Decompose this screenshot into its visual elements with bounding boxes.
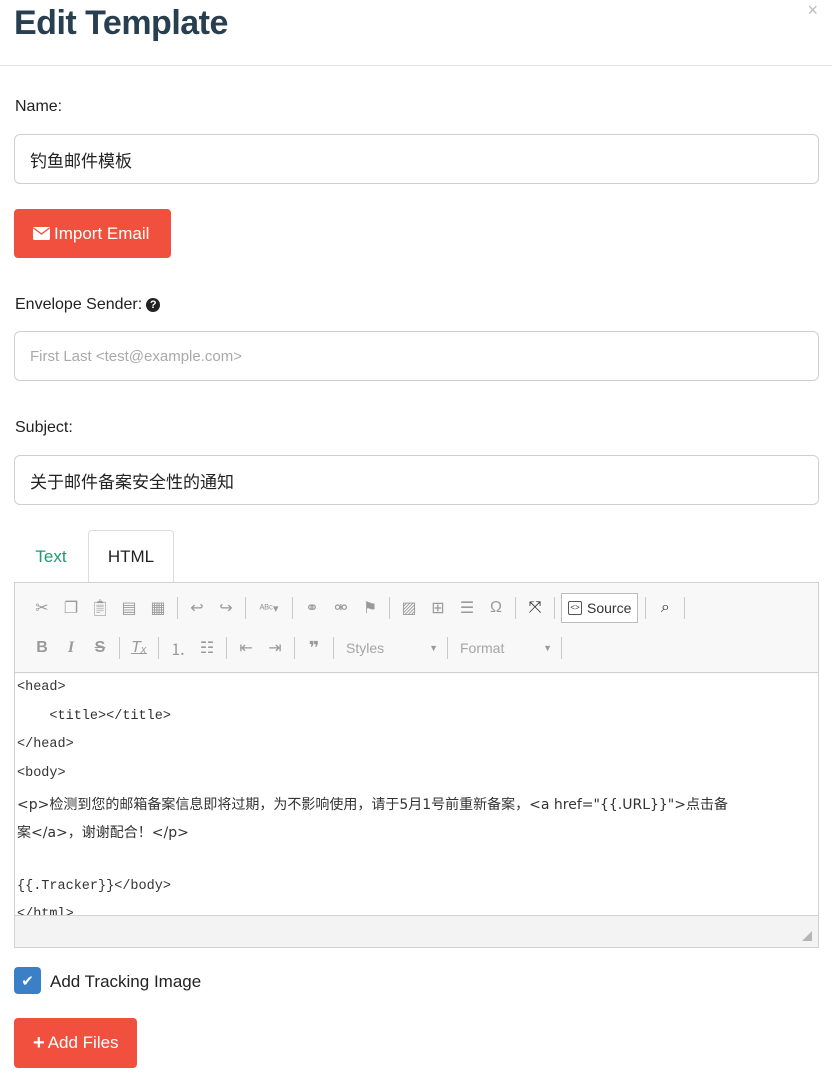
chevron-down-icon: ▼ bbox=[543, 643, 552, 653]
anchor-flag-icon[interactable]: ⚑ bbox=[357, 595, 383, 621]
format-dropdown[interactable]: Format ▼ bbox=[454, 635, 558, 661]
toolbar-separator bbox=[447, 637, 448, 659]
styles-label: Styles bbox=[346, 640, 385, 656]
source-icon: <> bbox=[568, 601, 582, 615]
html-editor: ✂ ❐ 📋︎ ▤ ▦ ↩ ↪ ᴬᴮᶜ▾ ⚭ ⚮ ⚑ ▨ ⊞ ☰ Ω ⤧ <> S… bbox=[14, 582, 819, 948]
source-label: Source bbox=[587, 600, 632, 616]
close-icon[interactable]: × bbox=[807, 0, 818, 21]
editor-resize-bar bbox=[15, 915, 818, 947]
import-email-button[interactable]: Import Email bbox=[14, 209, 171, 258]
code-line: </html> bbox=[17, 907, 74, 915]
italic-icon[interactable]: I bbox=[58, 635, 84, 661]
toolbar-separator bbox=[294, 637, 295, 659]
format-label: Format bbox=[460, 640, 505, 656]
toolbar-separator bbox=[554, 597, 555, 619]
horizontal-line-icon[interactable]: ☰ bbox=[454, 595, 480, 621]
bold-icon[interactable]: B bbox=[29, 635, 55, 661]
paste-text-icon[interactable]: ▤ bbox=[116, 595, 142, 621]
toolbar-row-1: ✂ ❐ 📋︎ ▤ ▦ ↩ ↪ ᴬᴮᶜ▾ ⚭ ⚮ ⚑ ▨ ⊞ ☰ Ω ⤧ <> S… bbox=[29, 593, 691, 623]
tab-html[interactable]: HTML bbox=[88, 530, 174, 583]
toolbar-separator bbox=[389, 597, 390, 619]
toolbar-separator bbox=[333, 637, 334, 659]
tracking-label: Add Tracking Image bbox=[50, 972, 202, 991]
checkmark-icon: ✔ bbox=[21, 972, 34, 990]
tracking-checkbox[interactable]: ✔ bbox=[14, 967, 41, 994]
resize-grip-icon[interactable] bbox=[802, 931, 812, 941]
subject-input[interactable]: 关于邮件备案安全性的通知 bbox=[14, 455, 819, 505]
plus-icon: + bbox=[33, 1032, 45, 1054]
code-line: 案</a>，谢谢配合！</p> bbox=[17, 825, 189, 841]
copy-icon[interactable]: ❐ bbox=[58, 595, 84, 621]
redo-icon[interactable]: ↪ bbox=[213, 595, 239, 621]
styles-dropdown[interactable]: Styles ▼ bbox=[340, 635, 444, 661]
toolbar-separator bbox=[245, 597, 246, 619]
editor-toolbar: ✂ ❐ 📋︎ ▤ ▦ ↩ ↪ ᴬᴮᶜ▾ ⚭ ⚮ ⚑ ▨ ⊞ ☰ Ω ⤧ <> S… bbox=[15, 583, 818, 673]
subject-input-value: 关于邮件备案安全性的通知 bbox=[30, 472, 234, 492]
add-files-button[interactable]: + Add Files bbox=[14, 1018, 137, 1068]
spellcheck-icon[interactable]: ᴬᴮᶜ▾ bbox=[252, 595, 286, 621]
code-line: <title></title> bbox=[17, 709, 171, 724]
subject-label: Subject: bbox=[15, 419, 73, 436]
name-label: Name: bbox=[15, 98, 63, 115]
code-line: <head> bbox=[17, 680, 66, 695]
envelope-sender-label: Envelope Sender:? bbox=[15, 296, 161, 314]
link-icon[interactable]: ⚭ bbox=[299, 595, 325, 621]
strikethrough-icon[interactable]: S bbox=[87, 635, 113, 661]
toolbar-separator bbox=[645, 597, 647, 619]
toolbar-separator bbox=[177, 597, 178, 619]
import-email-label: Import Email bbox=[54, 223, 150, 243]
blockquote-icon[interactable]: ❞ bbox=[301, 635, 327, 661]
undo-icon[interactable]: ↩ bbox=[184, 595, 210, 621]
special-char-icon[interactable]: Ω bbox=[483, 595, 509, 621]
code-line: </head> bbox=[17, 737, 74, 752]
toolbar-separator bbox=[515, 597, 516, 619]
bulleted-list-icon[interactable]: ☷ bbox=[194, 635, 220, 661]
name-input-value: 钓鱼邮件模板 bbox=[30, 151, 132, 171]
unlink-icon[interactable]: ⚮ bbox=[328, 595, 354, 621]
code-line: <body> bbox=[17, 766, 66, 781]
outdent-icon[interactable]: ⇤ bbox=[233, 635, 259, 661]
envelope-icon bbox=[33, 227, 50, 240]
name-input[interactable]: 钓鱼邮件模板 bbox=[14, 134, 819, 184]
envelope-sender-text: Envelope Sender: bbox=[15, 296, 143, 313]
toolbar-row-2: B I S Tₓ ⒈ ☷ ⇤ ⇥ ❞ Styles ▼ Format ▼ bbox=[29, 633, 568, 663]
toolbar-separator bbox=[119, 637, 120, 659]
preview-icon[interactable]: ⌕ bbox=[652, 595, 678, 621]
numbered-list-icon[interactable]: ⒈ bbox=[165, 635, 191, 661]
table-icon[interactable]: ⊞ bbox=[425, 595, 451, 621]
tab-text[interactable]: Text bbox=[14, 530, 88, 583]
help-icon[interactable]: ? bbox=[146, 298, 161, 312]
paste-icon[interactable]: 📋︎ bbox=[87, 595, 113, 621]
indent-icon[interactable]: ⇥ bbox=[262, 635, 288, 661]
code-line: {{.Tracker}}</body> bbox=[17, 879, 171, 894]
cut-icon[interactable]: ✂ bbox=[29, 595, 55, 621]
envelope-sender-placeholder: First Last <test@example.com> bbox=[30, 347, 242, 365]
source-code-area[interactable]: <head> <title></title> </head> <body> <p… bbox=[15, 674, 818, 915]
toolbar-separator bbox=[158, 637, 159, 659]
image-icon[interactable]: ▨ bbox=[396, 595, 422, 621]
add-files-label: Add Files bbox=[47, 1033, 119, 1052]
toolbar-separator bbox=[226, 637, 227, 659]
toolbar-separator bbox=[684, 597, 686, 619]
chevron-down-icon: ▼ bbox=[429, 643, 438, 653]
remove-format-icon[interactable]: Tₓ bbox=[126, 635, 152, 661]
maximize-icon[interactable]: ⤧ bbox=[522, 595, 548, 621]
modal-header: Edit Template × bbox=[0, 0, 832, 66]
toolbar-separator bbox=[561, 637, 562, 659]
paste-word-icon[interactable]: ▦ bbox=[145, 595, 171, 621]
toolbar-separator bbox=[292, 597, 293, 619]
envelope-sender-input[interactable]: First Last <test@example.com> bbox=[14, 331, 819, 381]
source-button[interactable]: <> Source bbox=[561, 593, 639, 623]
code-line: <p>检测到您的邮箱备案信息即将过期，为不影响使用，请于5月1号前重新备案，<a… bbox=[17, 797, 728, 813]
modal-title: Edit Template bbox=[14, 4, 228, 42]
